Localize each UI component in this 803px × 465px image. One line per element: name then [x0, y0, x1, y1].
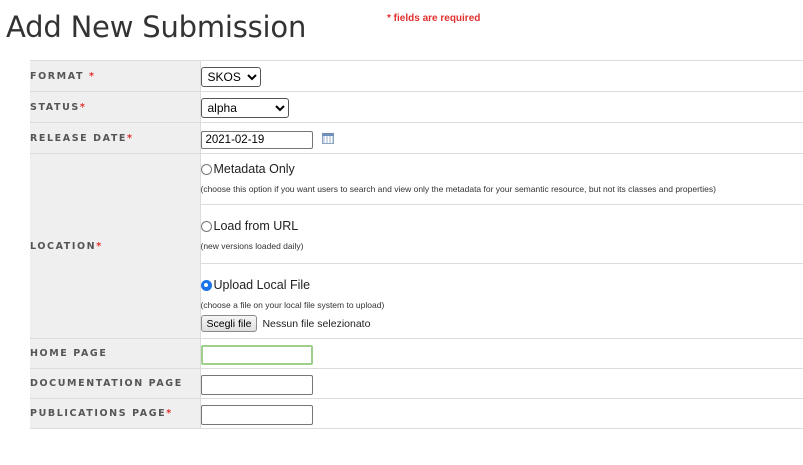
metadata-only-label[interactable]: Metadata Only: [214, 162, 295, 176]
release-date-row: RELEASE DATE*: [30, 122, 803, 154]
location-option-url: Load from URL (new versions loaded daily…: [200, 204, 803, 263]
required-star: *: [79, 101, 87, 113]
status-select[interactable]: alpha: [200, 97, 289, 118]
load-from-url-hint: (new versions loaded daily): [200, 241, 304, 251]
home-page-value-cell: [200, 338, 803, 369]
status-label: STATUS: [30, 101, 80, 113]
release-date-label: RELEASE DATE: [30, 132, 128, 144]
home-page-label-cell: HOME PAGE: [30, 338, 201, 369]
publications-page-label-cell: PUBLICATIONS PAGE*: [30, 398, 201, 429]
location-label-cell: LOCATION*: [30, 153, 201, 339]
required-star: *: [166, 408, 173, 419]
release-date-input[interactable]: [200, 130, 313, 149]
page-title: Add New Submission: [6, 10, 307, 44]
documentation-page-label-cell: DOCUMENTATION PAGE: [30, 368, 201, 399]
metadata-only-radio[interactable]: [200, 163, 212, 175]
upload-local-file-label[interactable]: Upload Local File: [214, 278, 311, 292]
home-page-label: HOME PAGE: [30, 348, 108, 359]
publications-page-input[interactable]: [200, 404, 313, 425]
publications-page-row: PUBLICATIONS PAGE*: [30, 398, 803, 429]
documentation-page-value-cell: [200, 368, 803, 399]
format-value-cell: SKOS: [200, 60, 803, 92]
format-label-cell: FORMAT *: [30, 60, 201, 92]
upload-local-file-radio[interactable]: [200, 279, 212, 291]
location-value-cell: Metadata Only (choose this option if you…: [200, 153, 803, 339]
status-row: STATUS* alpha: [30, 91, 803, 123]
publications-page-value-cell: [200, 398, 803, 429]
status-value-cell: alpha: [200, 91, 803, 123]
file-status-text: Nessun file selezionato: [262, 317, 371, 330]
required-star: *: [127, 132, 134, 144]
calendar-icon[interactable]: [321, 132, 334, 144]
release-date-label-cell: RELEASE DATE*: [30, 122, 201, 154]
submission-form: FORMAT * SKOS STATUS* alpha RELEASE DATE…: [30, 60, 803, 429]
format-row: FORMAT * SKOS: [30, 60, 803, 92]
load-from-url-label[interactable]: Load from URL: [214, 219, 299, 233]
location-option-metadata: Metadata Only (choose this option if you…: [200, 154, 803, 204]
location-label: LOCATION: [30, 240, 97, 252]
required-star: *: [88, 70, 96, 82]
upload-local-file-hint: (choose a file on your local file system…: [200, 300, 385, 310]
file-chooser: Scegli file Nessun file selezionato: [200, 315, 803, 332]
choose-file-button[interactable]: Scegli file: [200, 315, 258, 332]
location-option-upload: Upload Local File (choose a file on your…: [200, 263, 803, 338]
status-label-cell: STATUS*: [30, 91, 201, 123]
documentation-page-label: DOCUMENTATION PAGE: [30, 378, 183, 389]
documentation-page-input[interactable]: [200, 374, 313, 395]
documentation-page-row: DOCUMENTATION PAGE: [30, 368, 803, 399]
location-row: LOCATION* Metadata Only (choose this opt…: [30, 153, 803, 339]
format-select[interactable]: SKOS: [200, 66, 261, 87]
metadata-only-hint: (choose this option if you want users to…: [200, 184, 716, 194]
home-page-row: HOME PAGE: [30, 338, 803, 369]
load-from-url-radio[interactable]: [200, 220, 212, 232]
release-date-value-cell: [200, 122, 803, 154]
required-fields-note: * fields are required: [387, 13, 481, 24]
required-star: *: [96, 240, 103, 252]
home-page-input[interactable]: [200, 344, 313, 365]
publications-page-label: PUBLICATIONS PAGE: [30, 408, 167, 419]
format-label: FORMAT: [30, 70, 85, 82]
